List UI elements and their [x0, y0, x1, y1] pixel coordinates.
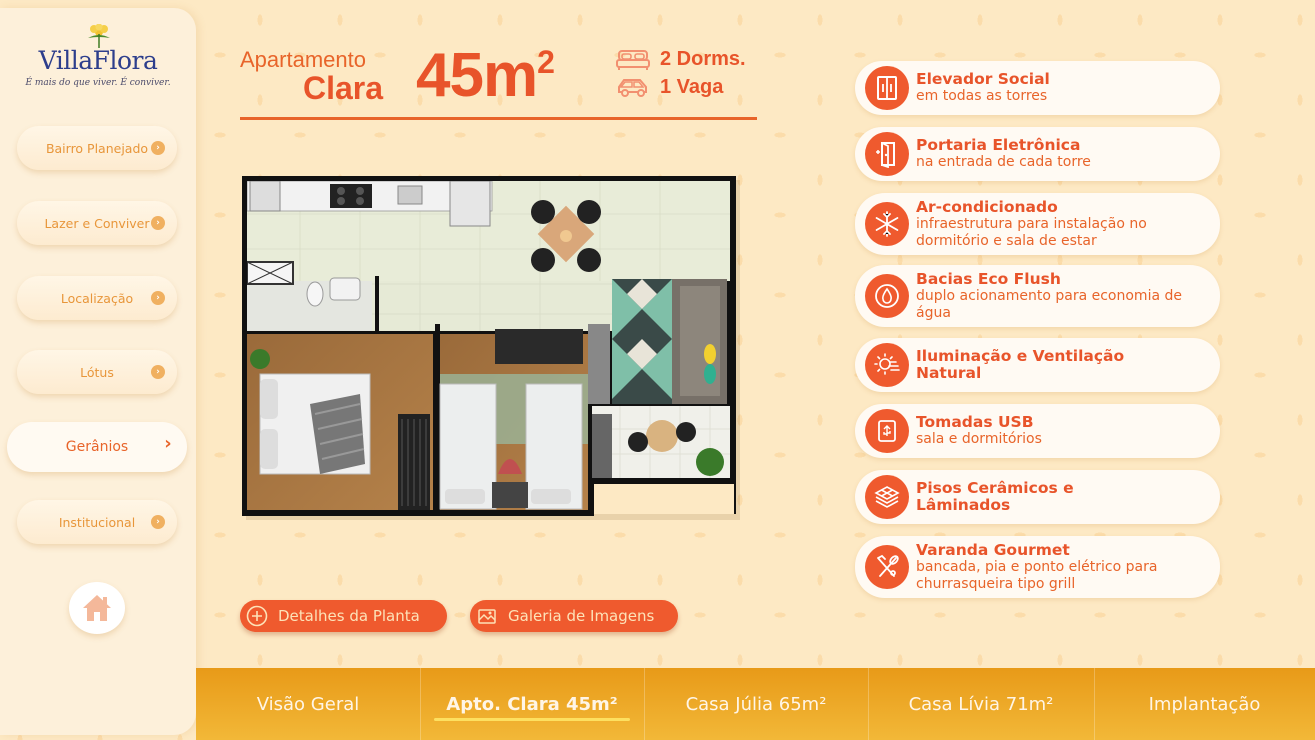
feature-pisos: Pisos Cerâmicos e Lâminados [855, 470, 1220, 524]
feature-eco-flush: Bacias Eco Flush duplo acionamento para … [855, 265, 1220, 327]
active-tab-indicator [434, 718, 630, 721]
plan-details-button[interactable]: Detalhes da Planta [240, 600, 447, 632]
sidebar-item-label: Lótus [80, 364, 114, 380]
sidebar-item-label: Localização [60, 290, 134, 306]
dorms-text: 2 Dorms. [660, 48, 746, 70]
sidebar-item-label: Institucional [58, 514, 136, 530]
apartment-name: Clara [303, 70, 384, 106]
chevron-right-icon: › [151, 291, 165, 305]
sidebar-item-bairro-planejado[interactable]: Bairro Planejado › [17, 126, 177, 170]
sidebar-item-lazer-conviver[interactable]: Lazer e Conviver › [17, 201, 177, 245]
parking-spec: 1 Vaga [616, 76, 723, 99]
chevron-right-icon: › [151, 515, 165, 529]
water-drop-icon [865, 274, 909, 318]
apartment-area: 45m2 [416, 41, 555, 110]
elevator-icon [865, 66, 909, 110]
feature-ar-condicionado: Ar-condicionado infraestrutura para inst… [855, 193, 1220, 255]
sidebar-item-lotus[interactable]: Lótus › [17, 350, 177, 394]
feature-varanda-gourmet: Varanda Gourmet bancada, pia e ponto elé… [855, 536, 1220, 598]
gallery-icon [478, 609, 496, 624]
car-icon [618, 78, 647, 97]
feature-portaria: Portaria Eletrônica na entrada de cada t… [855, 127, 1220, 181]
sidebar: VillaFlora É mais do que viver. É conviv… [0, 8, 196, 735]
sidebar-item-label: Lazer e Conviver [44, 215, 150, 231]
tab-implantacao[interactable]: Implantação [1094, 668, 1315, 740]
tab-casa-julia[interactable]: Casa Júlia 65m² [644, 668, 868, 740]
feature-usb: Tomadas USB sala e dormitórios [855, 404, 1220, 458]
chevron-right-icon: › [151, 141, 165, 155]
logo-tagline: É mais do que viver. É conviver. [25, 78, 171, 88]
sidebar-item-institucional[interactable]: Institucional › [17, 500, 177, 544]
chevron-right-icon: › [151, 216, 165, 230]
feature-elevator: Elevador Social em todas as torres [855, 61, 1220, 115]
chevron-right-icon: › [151, 365, 165, 379]
header-divider [240, 117, 757, 120]
plan-details-label: Detalhes da Planta [278, 607, 420, 625]
sidebar-item-localizacao[interactable]: Localização › [17, 276, 177, 320]
chevron-right-icon: › [164, 433, 172, 454]
snowflake-icon [865, 202, 909, 246]
sidebar-item-label: Gerânios [65, 439, 129, 455]
door-icon [865, 132, 909, 176]
utensils-icon [865, 545, 909, 589]
usb-icon [865, 409, 909, 453]
tab-apto-clara[interactable]: Apto. Clara 45m² [420, 668, 644, 740]
home-button[interactable] [69, 582, 125, 634]
sidebar-item-geranios[interactable]: Gerânios › [7, 422, 187, 472]
image-gallery-button[interactable]: Galeria de Imagens [470, 600, 678, 632]
tiles-icon [865, 475, 909, 519]
dining-table [531, 200, 601, 272]
image-gallery-label: Galeria de Imagens [508, 607, 655, 625]
sidebar-item-label: Bairro Planejado [45, 140, 149, 156]
sun-wind-icon [865, 343, 909, 387]
dorms-spec: 2 Dorms. [616, 48, 746, 71]
home-icon [83, 595, 111, 621]
logo-text: VillaFlora [38, 46, 158, 75]
floor-plan-image[interactable] [240, 174, 740, 520]
plus-circle-icon [246, 605, 268, 627]
tab-visao-geral[interactable]: Visão Geral [196, 668, 420, 740]
tab-casa-livia[interactable]: Casa Lívia 71m² [868, 668, 1094, 740]
bed-icon [616, 49, 650, 70]
feature-iluminacao: Iluminação e Ventilação Natural [855, 338, 1220, 392]
parking-text: 1 Vaga [660, 76, 724, 98]
